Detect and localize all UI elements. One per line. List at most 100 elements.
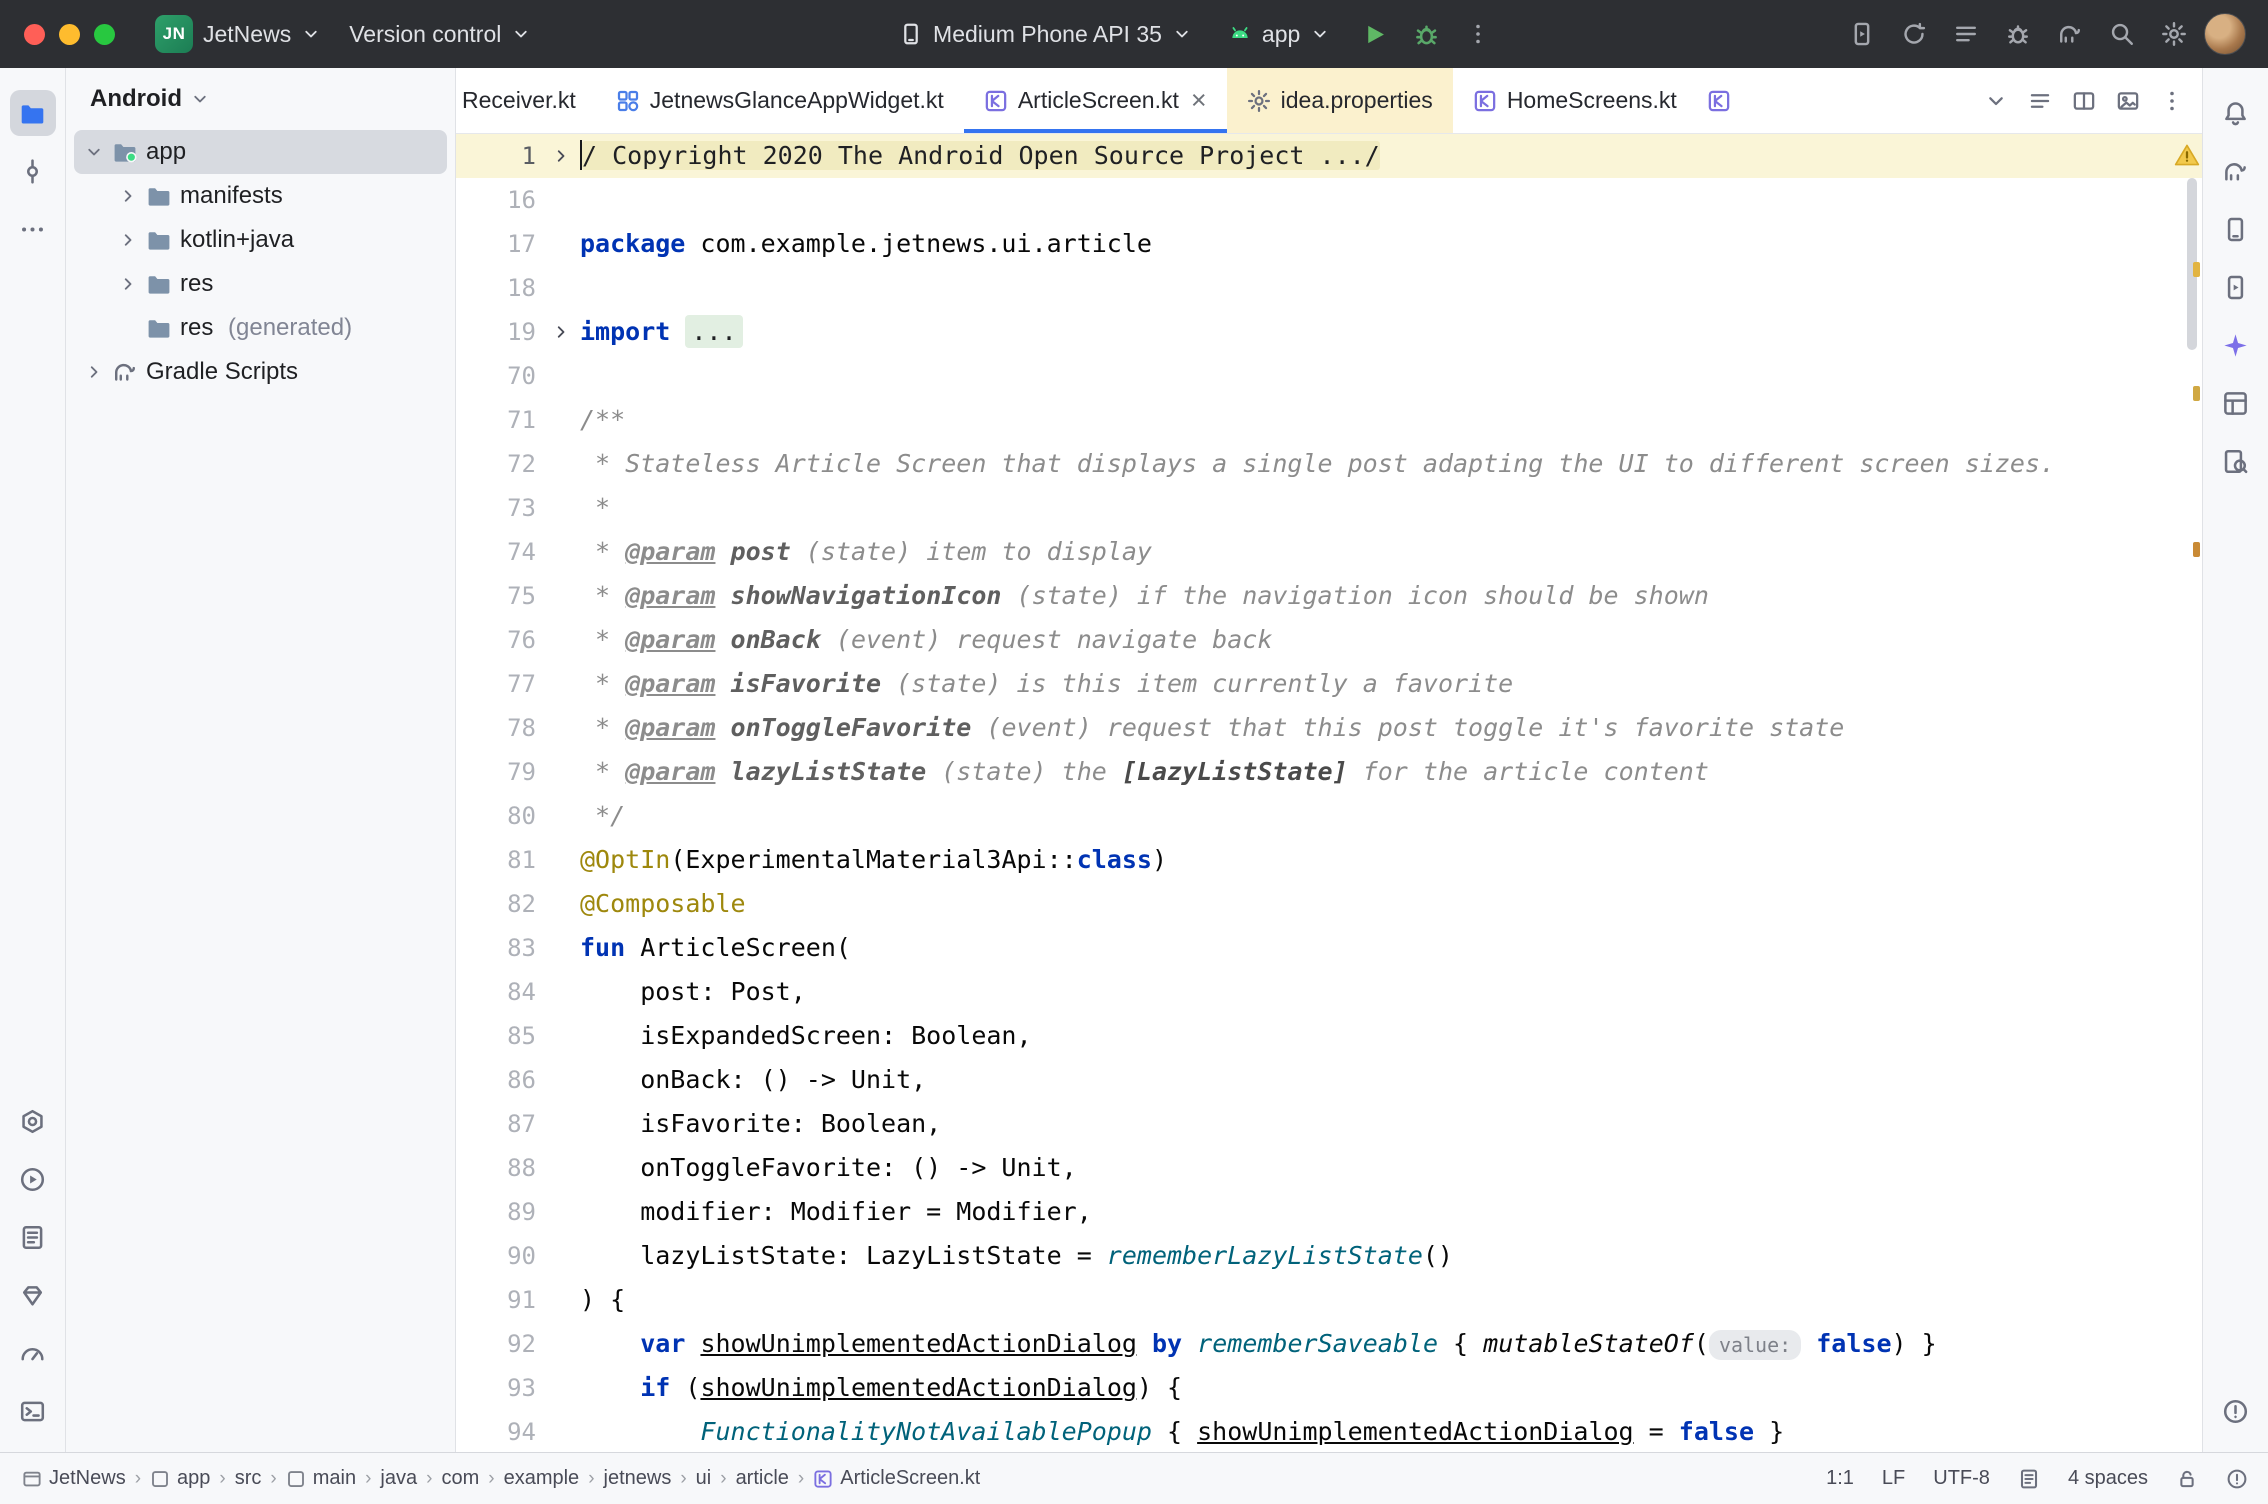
tab-homescreens-kt[interactable]: HomeScreens.kt [1453,68,1697,133]
tab-clipped[interactable] [1697,68,1741,133]
code-text[interactable]: package com.example.jetnews.ui.article [580,222,2202,266]
code-text[interactable]: */ [580,794,2202,838]
minimize-window-button[interactable] [59,24,80,45]
line-number[interactable]: 17 [456,222,542,266]
code-text[interactable]: @OptIn(ExperimentalMaterial3Api::class) [580,838,2202,882]
run-button[interactable] [1352,12,1396,56]
gradle-sync-button[interactable] [2048,12,2092,56]
code-line[interactable]: 18 [456,266,2202,310]
code-line[interactable]: 91) { [456,1278,2202,1322]
code-text[interactable]: / Copyright 2020 The Android Open Source… [580,134,2202,178]
code-line[interactable]: 87 isFavorite: Boolean, [456,1102,2202,1146]
device-manager-tool-button[interactable] [2213,206,2259,252]
line-number[interactable]: 86 [456,1058,542,1102]
code-line[interactable]: 89 modifier: Modifier = Modifier, [456,1190,2202,1234]
breadcrumb-jetnews[interactable]: JetNews [22,1467,126,1490]
lock-open-icon[interactable] [2176,1468,2198,1490]
breadcrumb-articlescreen-kt[interactable]: ArticleScreen.kt [813,1467,980,1490]
device-selector[interactable]: Medium Phone API 35 [885,11,1206,57]
code-text[interactable]: post: Post, [580,970,2202,1014]
code-line[interactable]: 73 * [456,486,2202,530]
line-number[interactable]: 94 [456,1410,542,1452]
code-text[interactable]: isExpandedScreen: Boolean, [580,1014,2202,1058]
running-devices-tool-button[interactable] [2213,264,2259,310]
line-number[interactable]: 75 [456,574,542,618]
line-number[interactable]: 80 [456,794,542,838]
settings-button[interactable] [2152,12,2196,56]
line-number[interactable]: 78 [456,706,542,750]
line-number[interactable]: 72 [456,442,542,486]
hidden-tabs-button[interactable] [1976,81,2016,121]
code-text[interactable]: @Composable [580,882,2202,926]
code-text[interactable]: * @param showNavigationIcon (state) if t… [580,574,2202,618]
code-line[interactable]: 1/ Copyright 2020 The Android Open Sourc… [456,134,2202,178]
fold-marker-icon[interactable] [542,134,580,178]
code-text[interactable] [580,178,2202,222]
code-text[interactable]: * [580,486,2202,530]
code-line[interactable]: 81 @OptIn(ExperimentalMaterial3Api::class… [456,838,2202,882]
line-number[interactable]: 90 [456,1234,542,1278]
editor[interactable]: 1/ Copyright 2020 The Android Open Sourc… [456,134,2202,1452]
code-line[interactable]: 94 FunctionalityNotAvailablePopup { show… [456,1410,2202,1452]
code-text[interactable]: if (showUnimplementedActionDialog) { [580,1366,2202,1410]
tab-articlescreen-kt[interactable]: ArticleScreen.kt× [964,68,1227,133]
code-line[interactable]: 79 * @param lazyListState (state) the [L… [456,750,2202,794]
line-number[interactable]: 71 [456,398,542,442]
design-view-button[interactable] [2108,81,2148,121]
code-line[interactable]: 17 package com.example.jetnews.ui.article [456,222,2202,266]
breadcrumb-java[interactable]: java [380,1467,417,1490]
code-text[interactable]: onToggleFavorite: () -> Unit, [580,1146,2202,1190]
code-text[interactable]: * @param onBack (event) request navigate… [580,618,2202,662]
project-widget[interactable]: JN JetNews [141,11,335,57]
zoom-window-button[interactable] [94,24,115,45]
warning-stripe-mark[interactable] [2193,542,2200,557]
code-line[interactable]: 78 * @param onToggleFavorite (event) req… [456,706,2202,750]
inspections-warning-icon[interactable] [2174,142,2200,168]
line-number[interactable]: 88 [456,1146,542,1190]
code-text[interactable]: isFavorite: Boolean, [580,1102,2202,1146]
notifications-tool-button[interactable] [2213,90,2259,136]
breadcrumb-article[interactable]: article [736,1467,789,1490]
code-line[interactable]: 90 lazyListState: LazyListState = rememb… [456,1234,2202,1278]
code-line[interactable]: 84 post: Post, [456,970,2202,1014]
code-line[interactable]: 88 onToggleFavorite: () -> Unit, [456,1146,2202,1190]
split-view-button[interactable] [2064,81,2104,121]
line-number[interactable]: 19 [456,310,542,354]
breadcrumb-src[interactable]: src [235,1467,262,1490]
breadcrumb-ui[interactable]: ui [696,1467,712,1490]
code-line[interactable]: 92 var showUnimplementedActionDialog by … [456,1322,2202,1366]
search-button[interactable] [2100,12,2144,56]
code-text[interactable]: ) { [580,1278,2202,1322]
profiler-tool-button[interactable] [10,1330,56,1376]
line-number[interactable]: 89 [456,1190,542,1234]
close-tab-icon[interactable]: × [1191,87,1207,114]
line-number[interactable]: 70 [456,354,542,398]
code-text[interactable]: lazyListState: LazyListState = rememberL… [580,1234,2202,1278]
code-text[interactable]: * @param lazyListState (state) the [Lazy… [580,750,2202,794]
code-line[interactable]: 86 onBack: () -> Unit, [456,1058,2202,1102]
code-text[interactable] [580,354,2202,398]
tree-item-manifests[interactable]: manifests [74,174,447,218]
code-text[interactable]: modifier: Modifier = Modifier, [580,1190,2202,1234]
code-text[interactable]: * @param isFavorite (state) is this item… [580,662,2202,706]
warning-stripe-mark[interactable] [2193,386,2200,401]
code-line[interactable]: 75 * @param showNavigationIcon (state) i… [456,574,2202,618]
breadcrumb-main[interactable]: main [286,1467,356,1490]
line-number[interactable]: 93 [456,1366,542,1410]
code-line[interactable]: 19import ... [456,310,2202,354]
vcs-widget[interactable]: Version control [335,11,545,57]
tab-receiver-kt[interactable]: Receiver.kt [456,68,596,133]
breadcrumb-example[interactable]: example [504,1467,580,1490]
line-number[interactable]: 81 [456,838,542,882]
tab-jetnewsglanceappwidget-kt[interactable]: JetnewsGlanceAppWidget.kt [596,68,964,133]
problems-tool-button[interactable] [2213,1388,2259,1434]
build-tool-button[interactable] [10,1098,56,1144]
encoding-widget[interactable]: UTF-8 [1933,1467,1990,1490]
code-line[interactable]: 72 * Stateless Article Screen that displ… [456,442,2202,486]
code-line[interactable]: 80 */ [456,794,2202,838]
code-line[interactable]: 76 * @param onBack (event) request navig… [456,618,2202,662]
code-line[interactable]: 85 isExpandedScreen: Boolean, [456,1014,2202,1058]
code-text[interactable]: var showUnimplementedActionDialog by rem… [580,1322,2202,1366]
tree-item-app[interactable]: app [74,130,447,174]
pair-devices-button[interactable] [1840,12,1884,56]
